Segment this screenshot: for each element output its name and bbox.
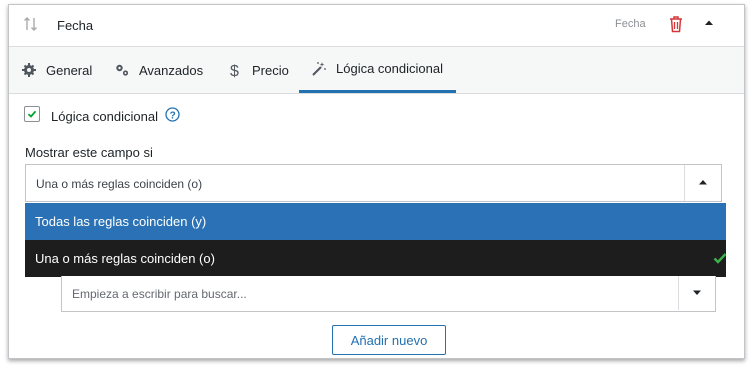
check-icon xyxy=(27,110,37,118)
tab-avanzados[interactable]: Avanzados xyxy=(114,47,203,93)
selected-check-icon xyxy=(713,253,727,264)
select-value: Una o más reglas coinciden (o) xyxy=(36,177,203,191)
dropdown-option-any-rule[interactable]: Una o más reglas coinciden (o) xyxy=(25,240,727,277)
field-type-label: Fecha xyxy=(615,18,646,30)
help-icon[interactable]: ? xyxy=(165,107,180,122)
dropdown-option-all-rules[interactable]: Todas las reglas coinciden (y) xyxy=(25,203,726,240)
rule-search-field[interactable] xyxy=(61,276,716,312)
dollar-icon: $ xyxy=(230,63,239,78)
tab-label: Precio xyxy=(252,62,289,78)
sort-icon[interactable] xyxy=(23,16,39,32)
tab-label: Lógica condicional xyxy=(336,61,443,76)
tab-label: General xyxy=(46,62,93,78)
field-header[interactable]: Fecha Fecha xyxy=(9,5,744,47)
magic-wand-icon xyxy=(312,61,326,76)
tab-logica-condicional[interactable]: Lógica condicional xyxy=(299,47,456,93)
option-label: Una o más reglas coinciden (o) xyxy=(35,251,215,266)
gears-icon xyxy=(116,64,129,76)
search-dropdown-toggle[interactable] xyxy=(678,276,715,310)
tab-bar: General Avanzados $ Precio Lógica condic… xyxy=(9,47,744,94)
collapse-up-icon[interactable] xyxy=(703,17,715,29)
svg-text:?: ? xyxy=(170,110,176,121)
show-field-if-label: Mostrar este campo si xyxy=(25,145,153,160)
chevron-down-icon xyxy=(693,290,701,295)
add-new-button[interactable]: Añadir nuevo xyxy=(332,325,446,355)
option-label: Todas las reglas coinciden (y) xyxy=(35,214,207,229)
search-input[interactable] xyxy=(62,276,689,312)
rule-match-select[interactable]: Una o más reglas coinciden (o) xyxy=(25,164,722,202)
conditional-logic-label: Lógica condicional xyxy=(51,109,158,124)
select-toggle[interactable] xyxy=(684,165,721,201)
field-panel: Fecha Fecha General Avanzados $ Precio L… xyxy=(8,4,745,359)
conditional-logic-checkbox[interactable] xyxy=(24,106,40,122)
tab-label: Avanzados xyxy=(139,62,204,78)
field-title: Fecha xyxy=(57,18,94,33)
chevron-up-icon xyxy=(699,180,707,185)
tab-general[interactable]: General xyxy=(21,47,92,93)
tab-precio[interactable]: $ Precio xyxy=(227,47,289,93)
gear-icon xyxy=(22,63,36,77)
svg-text:$: $ xyxy=(230,63,239,78)
trash-icon[interactable] xyxy=(669,15,683,33)
